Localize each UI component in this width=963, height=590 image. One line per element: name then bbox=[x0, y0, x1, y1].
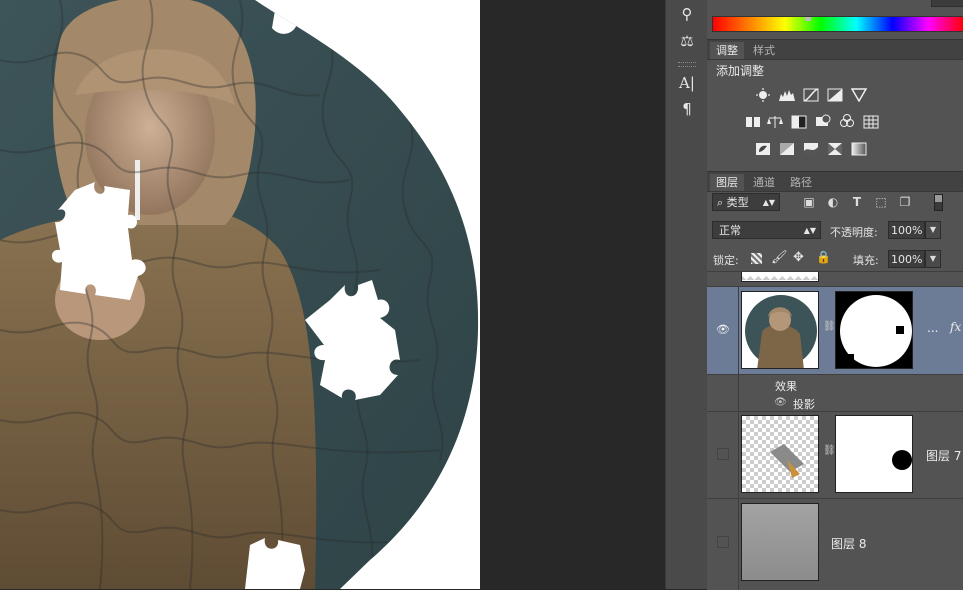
levels-icon[interactable] bbox=[779, 88, 795, 102]
layer-name[interactable]: ... bbox=[927, 321, 938, 335]
tab-adjustments[interactable]: 调整 bbox=[710, 42, 744, 59]
layer-row-8[interactable]: 图层 8 bbox=[707, 499, 963, 590]
gradient-map-icon[interactable] bbox=[851, 142, 867, 156]
visibility-column: 👁 bbox=[707, 287, 739, 374]
right-panels: 调整 样式 添加调整 图层 通道 路径 ⌕ 类型 ▲▼ ▣ ◐ T ⬚ ❐ 正常… bbox=[707, 0, 963, 590]
type-filter-icon[interactable]: T bbox=[850, 196, 864, 208]
opacity-label: 不透明度: bbox=[830, 226, 878, 239]
curves-icon[interactable] bbox=[803, 88, 819, 102]
color-balance-icon[interactable] bbox=[767, 115, 783, 129]
fill-input[interactable]: 100% bbox=[888, 250, 925, 268]
tab-layers[interactable]: 图层 bbox=[710, 174, 744, 191]
layer-row-selected[interactable]: 👁 ⛓ ... fx bbox=[707, 287, 963, 375]
layer-row-7[interactable]: ⛓ 图层 7 bbox=[707, 411, 963, 499]
mask-link-icon[interactable]: ⛓ bbox=[823, 321, 836, 335]
posterize-icon[interactable] bbox=[779, 142, 795, 156]
opacity-dropdown-button[interactable]: ▼ bbox=[925, 221, 941, 239]
effects-block: 效果 👁 投影 bbox=[707, 375, 963, 412]
pixel-filter-icon[interactable]: ▣ bbox=[802, 196, 816, 208]
layer-thumbnail[interactable] bbox=[741, 415, 819, 493]
color-lookup-icon[interactable] bbox=[863, 115, 879, 129]
layer-thumbnail[interactable] bbox=[741, 503, 819, 581]
threshold-icon[interactable] bbox=[803, 142, 819, 156]
fx-icon[interactable]: fx bbox=[950, 320, 961, 334]
select-arrows-icon: ▲▼ bbox=[762, 198, 775, 207]
lock-all-icon[interactable]: 🔒 bbox=[816, 250, 831, 264]
collapsed-tool-strip: ⚲ ⚖ A| ¶ bbox=[665, 0, 709, 589]
layer-mask-thumbnail[interactable] bbox=[835, 415, 913, 493]
eye-icon[interactable]: 👁 bbox=[716, 323, 730, 336]
strip-grip[interactable] bbox=[678, 62, 696, 67]
lock-pixels-icon[interactable]: 🖌 bbox=[771, 250, 788, 265]
brightness-contrast-icon[interactable] bbox=[755, 88, 771, 102]
black-white-icon[interactable] bbox=[791, 115, 807, 129]
color-panel-field[interactable] bbox=[931, 0, 963, 7]
add-adjustment-title: 添加调整 bbox=[716, 64, 765, 78]
shape-filter-icon[interactable]: ⬚ bbox=[874, 196, 888, 208]
fill-dropdown-button[interactable]: ▼ bbox=[925, 250, 941, 268]
dot-mask-shape bbox=[892, 450, 912, 470]
layer-name[interactable]: 图层 7 bbox=[926, 447, 961, 464]
vibrance-icon[interactable] bbox=[745, 115, 761, 129]
lock-position-icon[interactable]: ✥ bbox=[793, 250, 804, 265]
fill-label: 填充: bbox=[853, 254, 879, 267]
effects-visibility-column bbox=[707, 375, 739, 411]
pasteboard bbox=[480, 0, 665, 589]
triangle-icon[interactable] bbox=[851, 88, 867, 102]
previous-layer-thumbnail bbox=[741, 272, 819, 282]
visibility-column bbox=[707, 499, 739, 590]
search-icon: ⌕ bbox=[717, 196, 724, 209]
paragraph-panel-icon[interactable]: ¶ bbox=[674, 98, 700, 120]
visibility-column bbox=[707, 411, 739, 498]
layer-mask-thumbnail[interactable] bbox=[835, 291, 913, 369]
layer-name[interactable]: 图层 8 bbox=[831, 535, 866, 552]
visibility-toggle[interactable] bbox=[717, 536, 729, 548]
effects-label: 效果 bbox=[775, 380, 797, 393]
blend-mode-select[interactable]: 正常 ▲▼ bbox=[712, 221, 821, 239]
eye-icon[interactable]: 👁 bbox=[774, 397, 787, 408]
lock-label: 锁定: bbox=[713, 254, 739, 267]
invert-icon[interactable] bbox=[755, 142, 771, 156]
character-panel-icon[interactable]: A| bbox=[674, 72, 700, 94]
smart-object-filter-icon[interactable]: ❐ bbox=[898, 196, 912, 208]
mask-link-icon[interactable]: ⛓ bbox=[823, 445, 836, 459]
visibility-toggle[interactable] bbox=[717, 448, 729, 460]
clone-source-icon[interactable]: ⚖ bbox=[674, 30, 700, 52]
puzzle-thumbnail bbox=[745, 295, 817, 368]
document-canvas[interactable] bbox=[0, 0, 480, 589]
select-arrows-icon: ▲▼ bbox=[803, 226, 816, 235]
layer-thumbnail[interactable] bbox=[741, 291, 819, 369]
brush-presets-icon[interactable]: ⚲ bbox=[674, 3, 700, 25]
color-spectrum[interactable] bbox=[712, 16, 963, 32]
pencil-piece-thumbnail bbox=[770, 444, 804, 478]
tab-paths[interactable]: 路径 bbox=[784, 174, 818, 191]
selective-color-icon[interactable] bbox=[827, 142, 843, 156]
tab-styles[interactable]: 样式 bbox=[747, 42, 781, 59]
filter-type-value: 类型 bbox=[726, 196, 749, 209]
photo-filter-icon[interactable] bbox=[815, 114, 831, 128]
layers-tabbar: 图层 通道 路径 bbox=[707, 171, 963, 192]
circle-mask-shape bbox=[840, 295, 912, 367]
spectrum-handle[interactable] bbox=[805, 17, 811, 21]
filter-toggle-switch[interactable] bbox=[934, 194, 943, 211]
exposure-icon[interactable] bbox=[827, 88, 843, 102]
channel-mixer-icon[interactable] bbox=[839, 114, 855, 128]
puzzle-portrait-artwork bbox=[0, 0, 479, 589]
drop-shadow-effect[interactable]: 投影 bbox=[793, 396, 815, 412]
tab-channels[interactable]: 通道 bbox=[747, 174, 781, 191]
layers-list: 👁 ⛓ ... fx 效果 👁 投影 ⛓ 图层 7 图层 8 bbox=[707, 271, 963, 590]
lock-transparent-icon[interactable] bbox=[751, 253, 762, 264]
blend-mode-value: 正常 bbox=[719, 224, 741, 237]
adjustments-tabbar: 调整 样式 bbox=[707, 39, 963, 60]
adjustment-filter-icon[interactable]: ◐ bbox=[826, 196, 840, 208]
opacity-input[interactable]: 100% bbox=[888, 221, 925, 239]
layer-filter-type-select[interactable]: ⌕ 类型 ▲▼ bbox=[712, 193, 780, 211]
